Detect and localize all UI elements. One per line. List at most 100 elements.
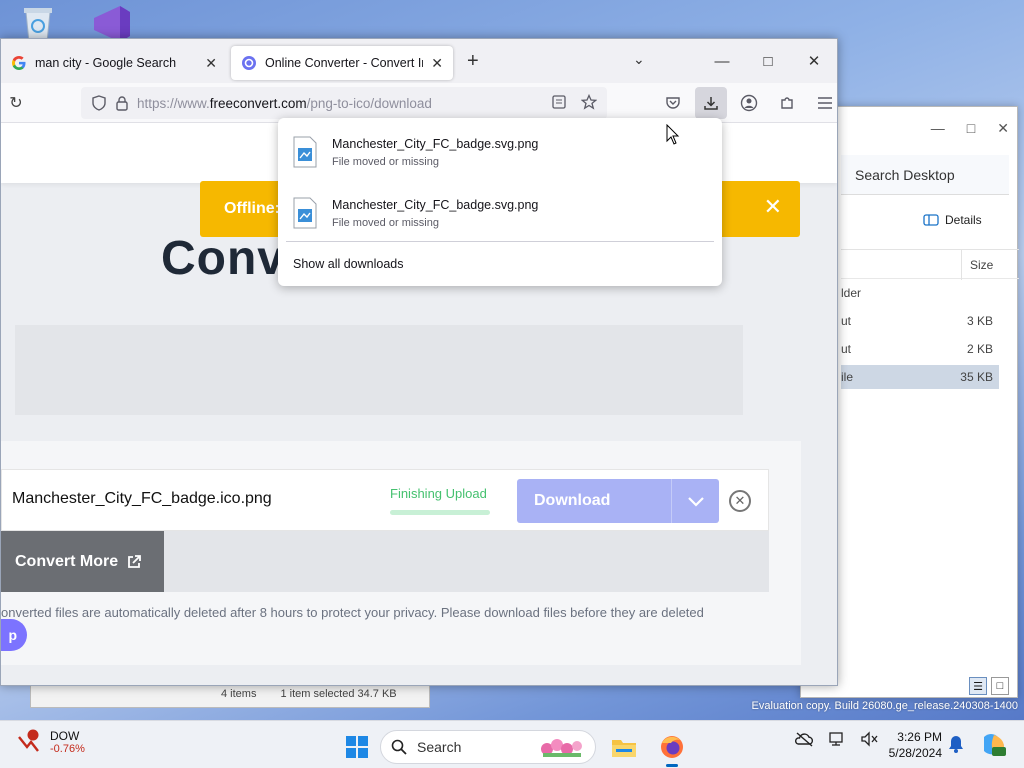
reader-view-icon[interactable] <box>551 94 567 110</box>
bookmark-star-icon[interactable] <box>581 94 597 110</box>
upload-status: Finishing Upload <box>390 486 487 501</box>
tab-online-converter[interactable]: Online Converter - Convert Ima ✕ <box>231 46 453 80</box>
chevron-down-icon[interactable] <box>671 479 719 523</box>
convert-more-label: Convert More <box>15 552 119 570</box>
stock-change: -0.76% <box>50 743 85 755</box>
downloads-panel: Manchester_City_FC_badge.svg.png File mo… <box>278 118 722 286</box>
url-text: https://www.freeconvert.com/png-to-ico/d… <box>137 95 432 111</box>
google-icon <box>12 56 26 70</box>
menu-icon[interactable] <box>809 87 841 119</box>
lock-icon[interactable] <box>115 95 129 111</box>
url-actions <box>551 94 597 110</box>
explorer-search-input[interactable]: Search Desktop <box>841 155 1009 195</box>
address-bar[interactable]: https://www.freeconvert.com/png-to-ico/d… <box>81 87 607 119</box>
converted-file-name: Manchester_City_FC_badge.ico.png <box>12 490 272 507</box>
onedrive-offline-icon[interactable] <box>794 731 814 747</box>
network-icon[interactable] <box>828 731 846 747</box>
external-link-icon <box>128 554 142 568</box>
tab-google-search[interactable]: man city - Google Search ✕ <box>1 46 227 80</box>
volume-muted-icon[interactable] <box>860 731 878 747</box>
taskbar-center: Search <box>342 727 692 767</box>
download-file-name: Manchester_City_FC_badge.svg.png <box>332 136 539 151</box>
taskbar-search-input[interactable]: Search <box>380 730 596 764</box>
copilot-preview-icon[interactable] <box>980 731 1008 759</box>
taskbar: DOW -0.76% Search 3:26 PM 5/28/2024 <box>0 720 1024 768</box>
converted-file-row: Manchester_City_FC_badge.ico.png Finishi… <box>1 469 769 531</box>
privacy-notice: onverted files are automatically deleted… <box>1 605 704 620</box>
size-column-header[interactable]: Size <box>961 250 993 280</box>
windows-start-icon[interactable] <box>342 730 372 764</box>
downloads-icon[interactable] <box>695 87 727 119</box>
download-item[interactable]: Manchester_City_FC_badge.svg.png File mo… <box>292 188 712 238</box>
list-item-selected[interactable]: ile 35 KB <box>841 365 999 389</box>
chevron-down-icon[interactable]: ⌄ <box>633 51 645 68</box>
maximize-icon[interactable]: □ <box>745 39 791 83</box>
list-item[interactable]: ut 3 KB <box>841 309 999 333</box>
new-tab-icon[interactable]: + <box>467 50 479 73</box>
search-icon <box>391 739 407 755</box>
download-button[interactable]: Download <box>517 479 719 523</box>
image-file-icon <box>293 136 317 168</box>
tab-strip: man city - Google Search ✕ Online Conver… <box>1 39 837 83</box>
extensions-icon[interactable] <box>771 87 803 119</box>
tiles-view-icon[interactable]: □ <box>991 677 1009 695</box>
clock-time: 3:26 PM <box>897 730 942 744</box>
details-pane-icon <box>923 214 939 226</box>
notification-bell-icon[interactable] <box>948 735 964 753</box>
file-type: lder <box>841 286 862 300</box>
offline-label: Offline: <box>224 200 280 217</box>
download-state: File moved or missing <box>332 216 439 229</box>
evaluation-watermark: Evaluation copy. Build 26080.ge_release.… <box>751 700 1018 712</box>
search-label: Search <box>417 739 462 755</box>
convert-more-bar <box>164 531 769 592</box>
toolbar-icons <box>657 87 841 119</box>
mouse-cursor-icon <box>666 124 680 145</box>
close-banner-icon[interactable]: ✕ <box>764 194 782 220</box>
help-label: p <box>8 627 17 643</box>
show-all-downloads-button[interactable]: Show all downloads <box>293 257 404 271</box>
upload-progress-bar <box>390 510 490 515</box>
close-icon[interactable]: ✕ <box>791 39 837 83</box>
download-file-name: Manchester_City_FC_badge.svg.png <box>332 197 539 212</box>
stock-widget[interactable]: DOW -0.76% <box>16 729 85 755</box>
tab-title: Online Converter - Convert Ima <box>265 56 424 70</box>
selection-info: 1 item selected 34.7 KB <box>280 688 397 700</box>
close-icon[interactable]: ✕ <box>997 120 1009 137</box>
shield-icon[interactable] <box>91 95 107 111</box>
stock-down-icon <box>18 729 39 752</box>
firefox-taskbar-icon[interactable] <box>652 727 692 767</box>
close-tab-icon[interactable]: ✕ <box>205 55 217 72</box>
explorer-statusbar: ☰ □ <box>841 673 1019 699</box>
maximize-icon[interactable]: □ <box>967 120 975 136</box>
reload-icon[interactable]: ↻ <box>1 93 31 113</box>
list-item[interactable]: ut 2 KB <box>841 337 999 361</box>
account-icon[interactable] <box>733 87 765 119</box>
window-controls: — □ ✕ <box>699 39 837 83</box>
file-size: 3 KB <box>966 314 993 328</box>
minimize-icon[interactable]: — <box>931 120 945 136</box>
file-explorer-taskbar-icon[interactable] <box>604 727 644 767</box>
download-item[interactable]: Manchester_City_FC_badge.svg.png File mo… <box>292 127 712 177</box>
image-file-icon <box>293 197 317 229</box>
details-pane-button[interactable]: Details <box>923 213 982 227</box>
file-size: 2 KB <box>966 342 993 356</box>
file-size: 35 KB <box>960 370 993 384</box>
minimize-icon[interactable]: — <box>699 39 745 83</box>
remove-file-icon[interactable]: ✕ <box>729 490 751 512</box>
ad-placeholder <box>15 325 743 415</box>
file-type: ut <box>841 342 852 356</box>
file-type: ile <box>841 370 854 384</box>
search-highlight-icon <box>541 739 582 757</box>
details-view-icon[interactable]: ☰ <box>969 677 987 695</box>
file-type: ut <box>841 314 852 328</box>
convert-more-button[interactable]: Convert More <box>1 531 164 592</box>
item-count: 4 items <box>221 688 257 700</box>
close-tab-icon[interactable]: ✕ <box>431 55 443 72</box>
tab-title: man city - Google Search <box>35 56 177 70</box>
navigation-toolbar: ↻ https://www.freeconvert.com/png-to-ico… <box>1 83 837 123</box>
pocket-icon[interactable] <box>657 87 689 119</box>
panel-divider <box>286 241 714 242</box>
list-item[interactable]: lder <box>841 281 999 305</box>
clock[interactable]: 3:26 PM 5/28/2024 <box>880 729 942 761</box>
clock-date: 5/28/2024 <box>888 746 942 760</box>
